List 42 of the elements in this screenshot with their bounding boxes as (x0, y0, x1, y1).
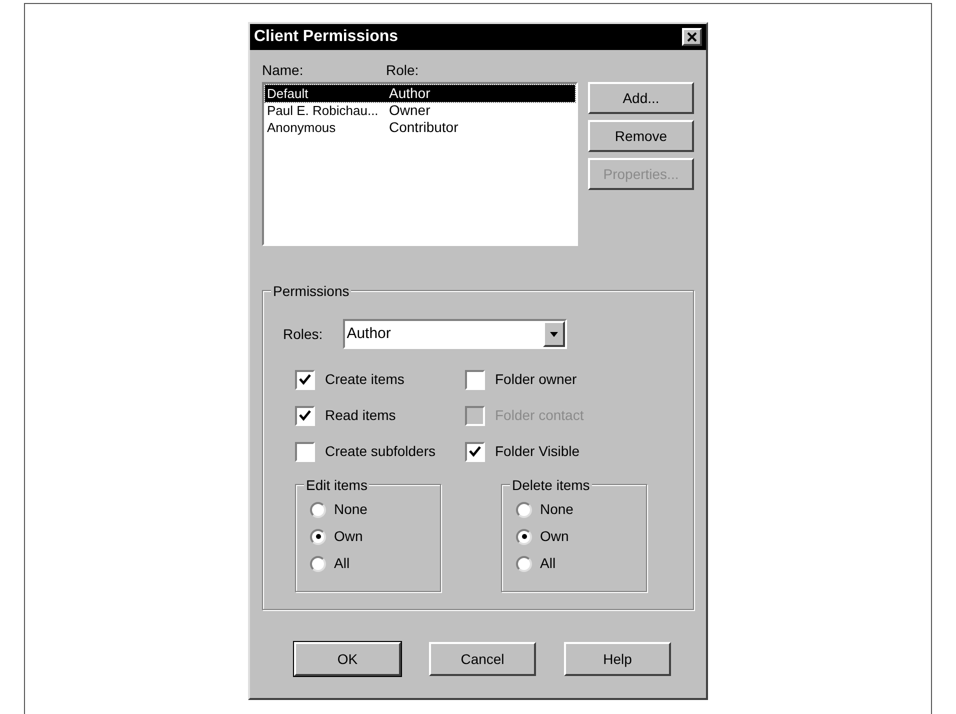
radio-button[interactable] (516, 528, 532, 544)
close-button[interactable] (682, 28, 702, 46)
radio-label: Own (334, 527, 363, 546)
radio-label: All (334, 554, 350, 573)
checkbox[interactable] (295, 406, 315, 426)
radio-button[interactable] (516, 502, 532, 518)
dialog-button[interactable]: Cancel (429, 642, 536, 676)
checkbox-label: Folder owner (495, 370, 577, 389)
checkbox-label: Read items (325, 406, 396, 425)
radio-button[interactable] (310, 528, 326, 544)
checkbox-label: Folder Visible (495, 442, 580, 461)
column-header: Name: (262, 61, 304, 80)
checkbox[interactable] (295, 370, 315, 390)
check-icon (469, 446, 481, 457)
window-title: Client Permissions (254, 27, 398, 47)
checkbox-label: Create subfolders (325, 442, 436, 461)
radio-label: Own (540, 527, 569, 546)
roles-dropdown[interactable]: Author (342, 319, 567, 349)
caret-icon (550, 332, 558, 336)
radio-button[interactable] (310, 502, 326, 518)
dialog-button[interactable]: Remove (588, 120, 694, 152)
radio-label: None (334, 500, 368, 519)
close-icon (687, 32, 697, 42)
dropdown-button[interactable] (542, 321, 565, 347)
radio-label: All (540, 554, 556, 573)
radio-button[interactable] (310, 556, 326, 572)
check-icon (299, 374, 311, 385)
check-icon (299, 410, 311, 421)
checkbox[interactable] (465, 370, 485, 390)
list-row[interactable]: Paul E. Robichau... Owner (265, 102, 575, 119)
radio-label: None (540, 500, 574, 519)
dialog-button[interactable]: OK (294, 642, 401, 676)
dialog-button[interactable]: Help (564, 642, 671, 676)
radio-button[interactable] (516, 556, 532, 572)
dialog-button[interactable]: Add... (588, 82, 694, 114)
list-row[interactable]: Default Author (265, 85, 575, 102)
list-row[interactable]: Anonymous Contributor (265, 119, 575, 136)
checkbox[interactable] (295, 442, 315, 462)
column-header: Role: (386, 61, 419, 80)
roles-label: Roles: (283, 324, 323, 344)
checkbox-label: Create items (325, 370, 404, 389)
checkbox[interactable] (465, 442, 485, 462)
